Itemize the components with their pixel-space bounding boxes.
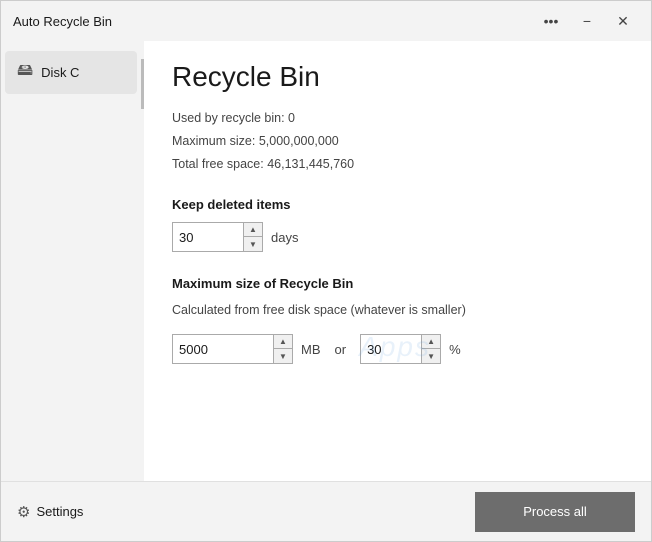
keep-deleted-arrows: ▲ ▼ (243, 223, 262, 251)
page-title: Recycle Bin (172, 61, 623, 93)
mb-unit: MB (301, 342, 321, 357)
settings-label: Settings (36, 504, 83, 519)
mb-up-arrow[interactable]: ▲ (274, 335, 292, 349)
title-bar: Auto Recycle Bin ••• − ✕ (1, 1, 651, 41)
or-label: or (335, 342, 347, 357)
max-size-section-title: Maximum size of Recycle Bin (172, 276, 623, 291)
disk-icon: 🖴 (17, 59, 33, 86)
minimize-button[interactable]: − (571, 5, 603, 37)
mb-input[interactable] (173, 335, 273, 363)
sidebar-item-disk-c[interactable]: 🖴 Disk C (5, 51, 137, 94)
percent-input[interactable] (361, 335, 421, 363)
keep-deleted-input[interactable] (173, 223, 243, 251)
used-by-recycle-bin-info: Used by recycle bin: 0 (172, 109, 623, 128)
percent-spinner: ▲ ▼ (360, 334, 441, 364)
settings-link[interactable]: ⚙ Settings (17, 503, 83, 521)
total-free-space-info: Total free space: 46,131,445,760 (172, 155, 623, 174)
keep-deleted-unit: days (271, 230, 298, 245)
content-area: Apps Recycle Bin Used by recycle bin: 0 … (144, 41, 651, 481)
title-bar-left: Auto Recycle Bin (13, 14, 112, 29)
mb-spinner: ▲ ▼ (172, 334, 293, 364)
keep-deleted-spinner: ▲ ▼ (172, 222, 263, 252)
bottom-bar: ⚙ Settings Process all (1, 481, 651, 541)
max-size-spinner-group: ▲ ▼ MB or ▲ ▼ % (172, 334, 623, 364)
settings-icon: ⚙ (17, 503, 30, 521)
sidebar: 🖴 Disk C (1, 41, 141, 481)
more-button[interactable]: ••• (535, 5, 567, 37)
percent-unit: % (449, 342, 461, 357)
app-title: Auto Recycle Bin (13, 14, 112, 29)
keep-deleted-spinner-group: ▲ ▼ days (172, 222, 623, 252)
percent-arrows: ▲ ▼ (421, 335, 440, 363)
main-content: 🖴 Disk C Apps Recycle Bin Used by recycl… (1, 41, 651, 481)
maximum-size-info: Maximum size: 5,000,000,000 (172, 132, 623, 151)
percent-down-arrow[interactable]: ▼ (422, 349, 440, 363)
mb-arrows: ▲ ▼ (273, 335, 292, 363)
keep-deleted-section-title: Keep deleted items (172, 197, 623, 212)
mb-down-arrow[interactable]: ▼ (274, 349, 292, 363)
title-bar-controls: ••• − ✕ (535, 5, 639, 37)
keep-deleted-up-arrow[interactable]: ▲ (244, 223, 262, 237)
percent-up-arrow[interactable]: ▲ (422, 335, 440, 349)
process-all-button[interactable]: Process all (475, 492, 635, 532)
keep-deleted-down-arrow[interactable]: ▼ (244, 237, 262, 251)
close-button[interactable]: ✕ (607, 5, 639, 37)
sidebar-item-label: Disk C (41, 65, 79, 80)
max-size-description: Calculated from free disk space (whateve… (172, 301, 623, 320)
